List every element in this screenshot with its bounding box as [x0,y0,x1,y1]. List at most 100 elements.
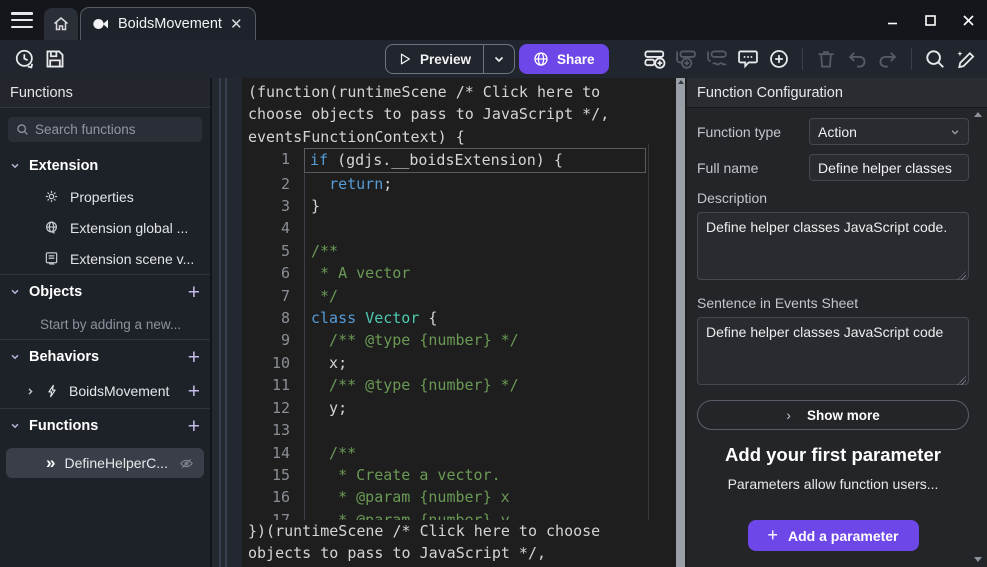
share-button[interactable]: Share [519,44,609,74]
tab-boidsmovement[interactable]: BoidsMovement ✕ [80,7,256,40]
sidebar-item-label: DefineHelperC... [64,455,168,471]
plus-icon: + [768,525,779,546]
code-line[interactable]: 8class Vector { [242,307,687,329]
eye-off-icon [179,456,194,471]
section-behaviors-label: Behaviors [29,349,99,365]
search-functions-box[interactable] [8,117,202,142]
code-header: (function(runtimeScene /* Click here toc… [242,81,687,148]
chevron-down-icon[interactable] [10,161,20,171]
sidebar-item-label: Extension scene v... [70,251,194,267]
add-comment-icon[interactable] [737,48,759,70]
preview-button[interactable]: Preview [385,44,515,74]
main-menu-icon[interactable] [11,12,33,28]
window-minimize-button[interactable] [873,0,911,40]
save-icon[interactable] [44,48,66,70]
code-line[interactable]: 3} [242,195,687,217]
events-sheet-gutter[interactable] [212,78,242,567]
function-type-value: Action [818,124,857,140]
code-line[interactable]: 11 /** @type {number} */ [242,374,687,396]
history-icon[interactable] [14,48,36,70]
description-textarea[interactable]: Define helper classes JavaScript code. [697,212,969,280]
add-subevent-icon[interactable] [675,48,697,70]
add-event-icon[interactable] [644,48,666,70]
add-object-icon[interactable]: + [188,282,200,303]
add-behavior-function-icon[interactable]: + [188,381,200,402]
code-line[interactable]: 2 return; [242,173,687,195]
show-more-button[interactable]: › Show more [697,400,969,430]
add-parameter-button[interactable]: + Add a parameter [748,520,919,551]
section-behaviors[interactable]: Behaviors + [0,340,210,374]
redo-icon[interactable] [877,48,899,70]
editor-scrollbar[interactable] [676,78,685,567]
section-functions[interactable]: Functions + [0,409,210,443]
section-extension[interactable]: Extension [0,150,210,181]
section-extension-label: Extension [29,158,98,174]
tab-home[interactable] [44,8,78,40]
undo-icon[interactable] [846,48,868,70]
sidebar-item-extension-scene-variables[interactable]: Extension scene v... [0,243,210,274]
full-name-input[interactable] [809,154,969,181]
extension-fish-icon [93,17,110,31]
search-icon[interactable] [924,48,946,70]
code-line[interactable]: 12 y; [242,397,687,419]
add-circle-icon[interactable] [768,48,790,70]
sentence-label: Sentence in Events Sheet [697,295,969,311]
lightning-icon [45,384,59,398]
window-maximize-button[interactable] [911,0,949,40]
edit-scene-icon[interactable] [955,48,977,70]
show-more-label: Show more [807,408,880,423]
objects-empty-hint: Start by adding a new... [0,309,210,339]
code-header-line[interactable]: (function(runtimeScene /* Click here to [242,81,687,103]
search-icon [16,123,29,136]
preview-dropdown-icon[interactable] [484,53,514,65]
window-close-button[interactable] [949,0,987,40]
sidebar-item-definehelperclasses[interactable]: » DefineHelperC... [6,448,204,478]
chevron-down-icon[interactable] [10,352,20,362]
parameters-hint: Parameters allow function users... [697,476,969,492]
function-type-select[interactable]: Action [809,118,969,145]
sentence-textarea[interactable]: Define helper classes JavaScript code [697,317,969,385]
titlebar: BoidsMovement ✕ [0,0,987,40]
code-line[interactable]: 6 * A vector [242,262,687,284]
code-line[interactable]: 5/** [242,240,687,262]
code-header-line[interactable]: choose objects to pass to JavaScript */, [242,103,687,125]
code-line[interactable]: 14 /** [242,442,687,464]
panel-scroll-up-icon[interactable] [974,112,982,117]
chevron-down-icon[interactable] [10,421,20,431]
code-line[interactable]: 10 x; [242,352,687,374]
code-footer-line[interactable]: })(runtimeScene /* Click here to choose [248,520,678,542]
sidebar-item-boidsmovement[interactable]: BoidsMovement + [0,374,210,408]
code-line[interactable]: 7 */ [242,285,687,307]
chevron-down-icon[interactable] [10,287,20,297]
add-other-event-icon[interactable] [706,48,728,70]
code-lines: 1if (gdjs.__boidsExtension) {2 return;3}… [242,148,687,553]
code-line[interactable]: 15 * Create a vector. [242,464,687,486]
code-footer-line[interactable]: objects to pass to JavaScript */, [248,542,678,564]
sidebar-item-label: Properties [70,189,134,205]
section-functions-label: Functions [29,418,98,434]
sidebar-item-properties[interactable]: Properties [0,181,210,212]
action-icon: » [46,453,54,473]
sidebar-item-extension-global-variables[interactable]: Extension global ... [0,212,210,243]
tab-close-icon[interactable]: ✕ [230,17,243,32]
add-function-icon[interactable]: + [188,416,200,437]
add-parameter-label: Add a parameter [788,528,898,544]
code-header-line[interactable]: eventsFunctionContext) { [242,126,687,148]
add-behavior-icon[interactable]: + [188,347,200,368]
sidebar-item-label: BoidsMovement [69,383,169,399]
function-type-label: Function type [697,124,781,140]
code-line[interactable]: 16 * @param {number} x [242,486,687,508]
code-line[interactable]: 13 [242,419,687,441]
share-label: Share [557,52,595,67]
gear-icon [44,189,59,204]
code-line[interactable]: 9 /** @type {number} */ [242,329,687,351]
code-line[interactable]: 4 [242,217,687,239]
js-code-editor[interactable]: (function(runtimeScene /* Click here toc… [242,78,687,567]
trash-icon[interactable] [815,48,837,70]
panel-scroll-down-icon[interactable] [974,557,982,562]
code-footer[interactable]: })(runtimeScene /* Click here to chooseo… [242,520,678,567]
search-functions-input[interactable] [35,122,194,137]
chevron-right-icon[interactable] [26,387,35,396]
section-objects[interactable]: Objects + [0,275,210,309]
code-line[interactable]: 1if (gdjs.__boidsExtension) { [242,148,687,172]
